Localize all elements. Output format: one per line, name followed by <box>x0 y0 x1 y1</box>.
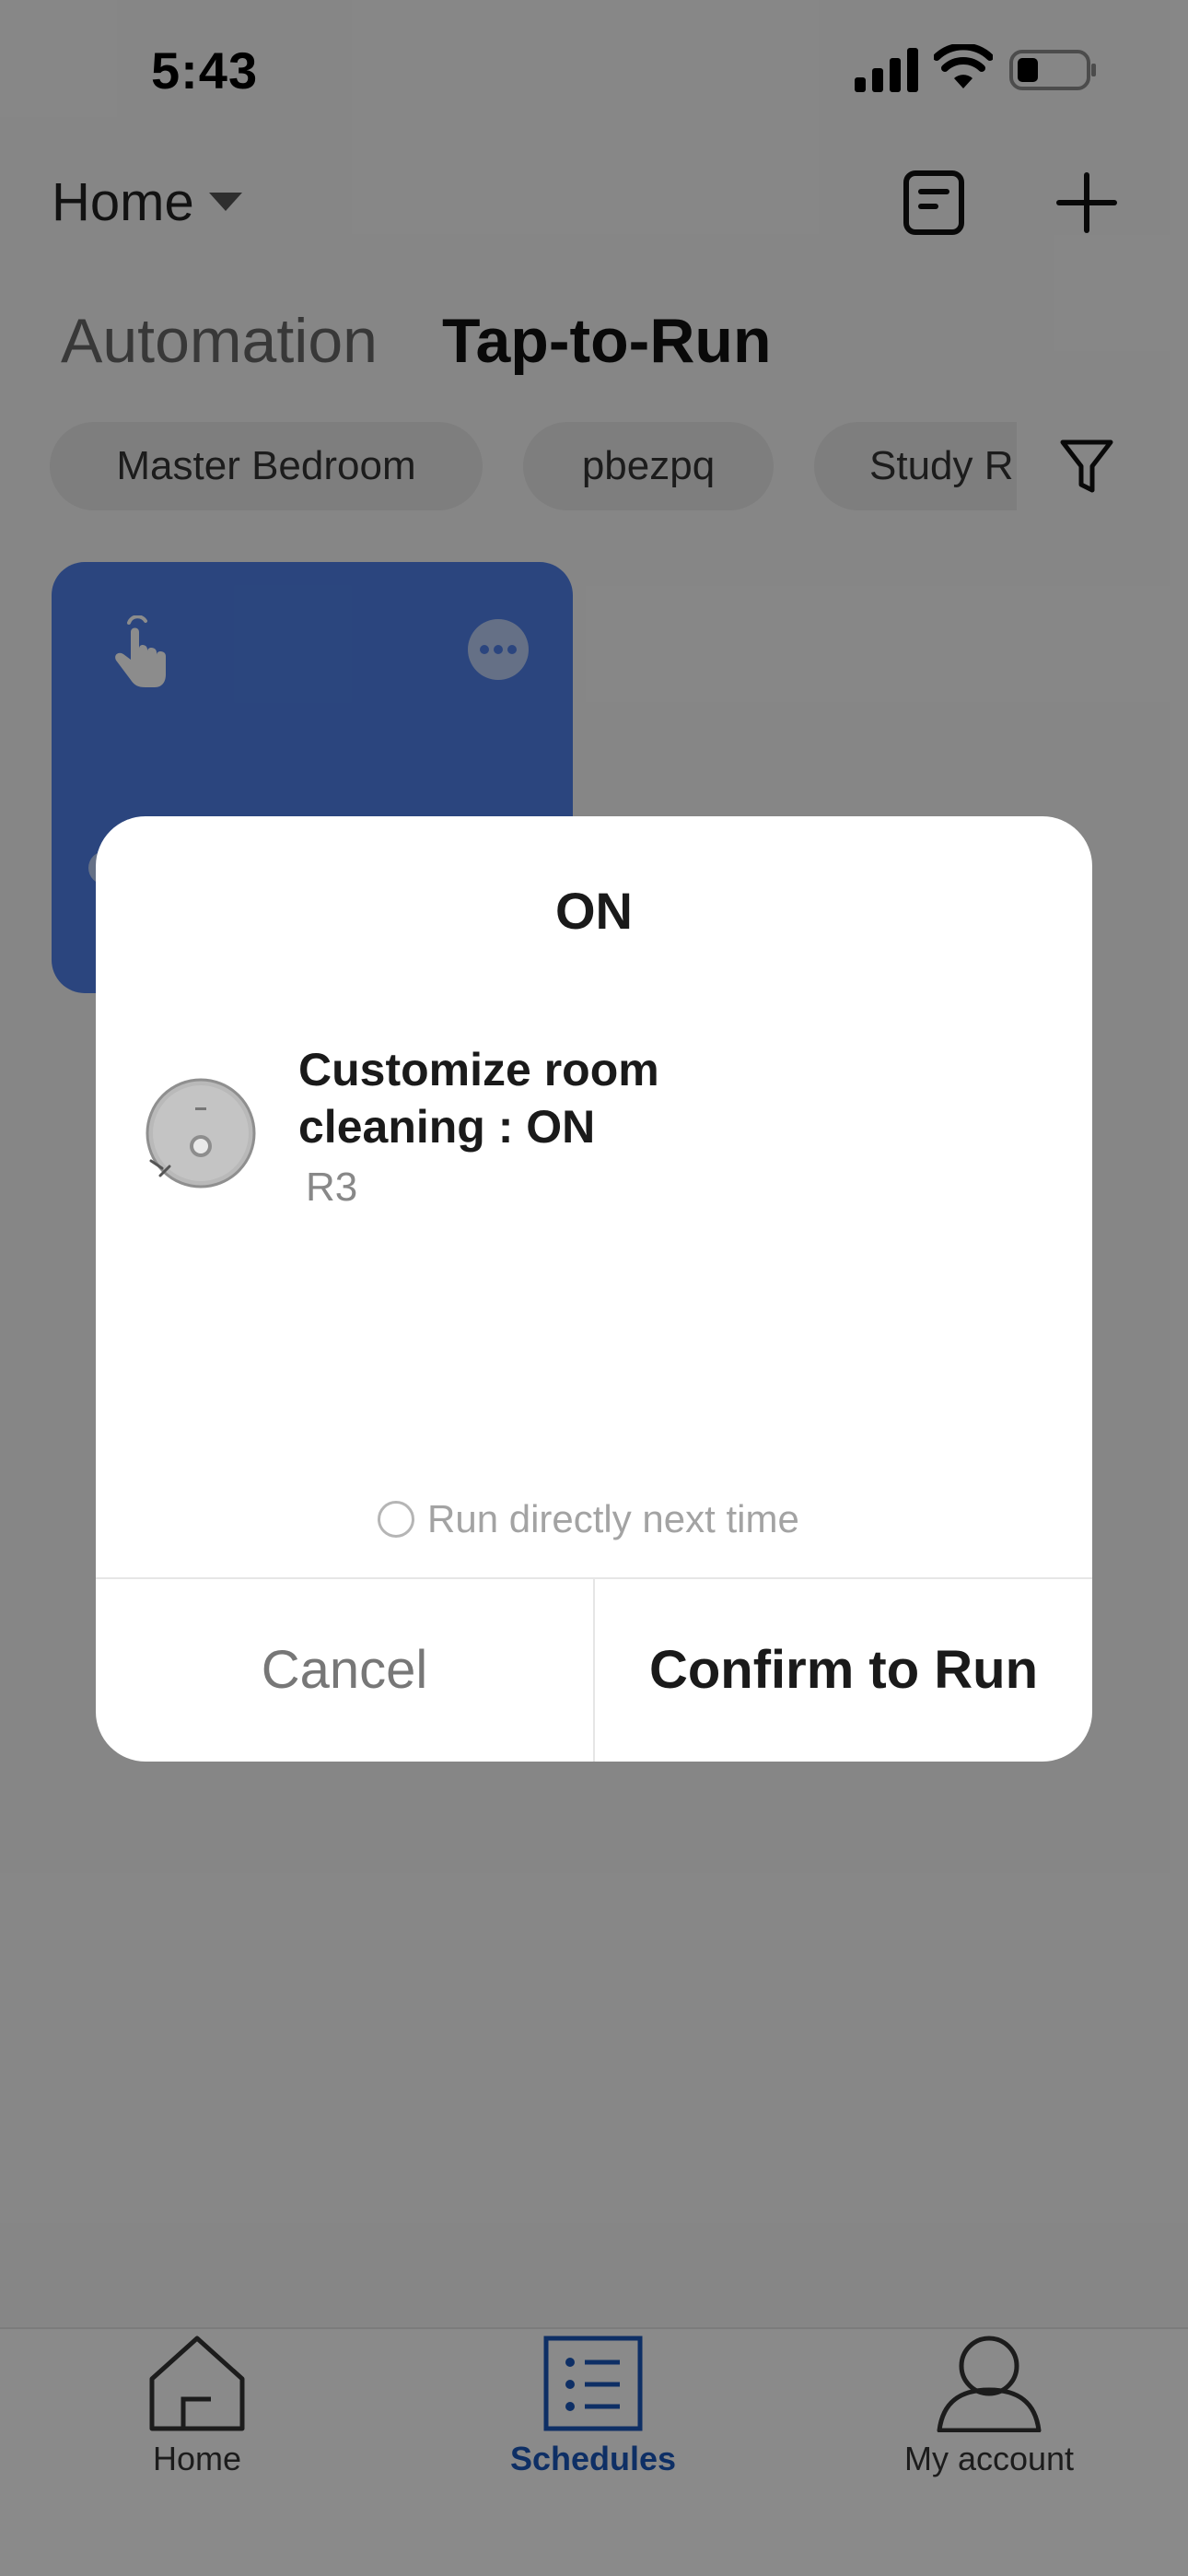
robot-vacuum-icon <box>146 1078 256 1188</box>
action-name: Customize room cleaning : ON <box>298 1044 659 1153</box>
run-directly-option[interactable]: Run directly next time <box>378 1494 799 1544</box>
app-screen: 5:43 Home Automation Tap-to-Run Master B… <box>0 0 1188 2576</box>
confirm-run-button[interactable]: Confirm to Run <box>595 1579 1092 1762</box>
device-name: R3 <box>306 1165 358 1210</box>
dialog-title: ON <box>555 882 633 940</box>
run-directly-label: Run directly next time <box>427 1497 799 1540</box>
radio-button[interactable] <box>378 1501 414 1538</box>
cancel-button[interactable]: Cancel <box>96 1579 593 1762</box>
run-confirmation-dialog: ON Customize room cleaning : ON R3 Run d… <box>96 816 1092 1762</box>
